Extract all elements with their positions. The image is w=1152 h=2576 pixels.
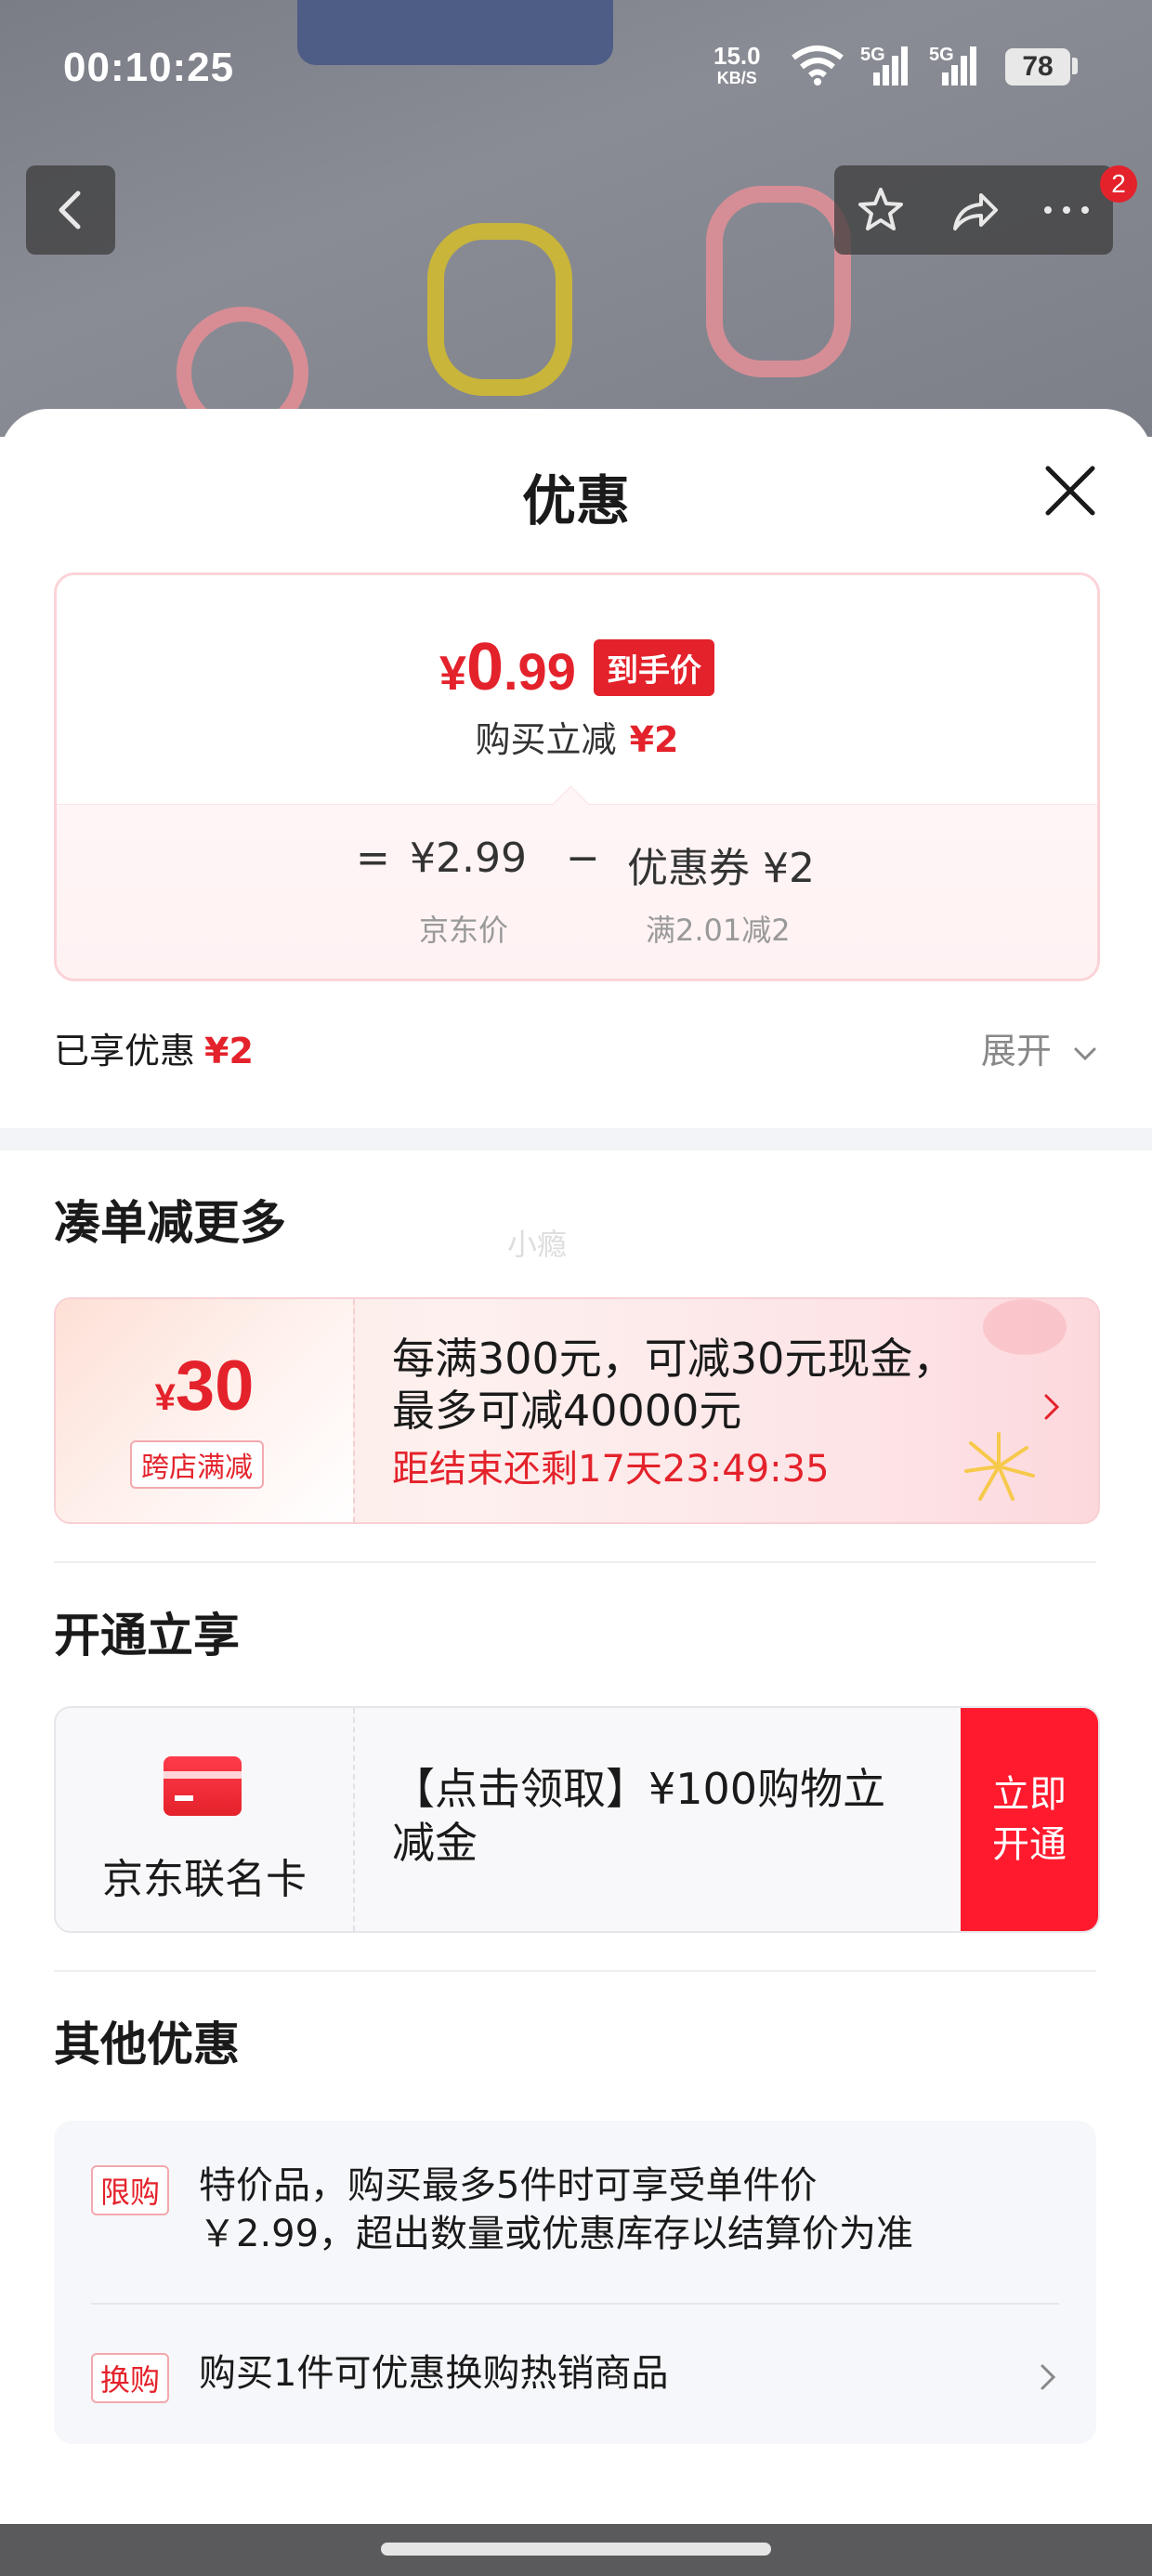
home-indicator[interactable] (381, 2543, 771, 2556)
cobrand-description-line1: 【点击领取】¥100购物立 (392, 1764, 886, 1814)
instant-discount-label: 购买立减 (475, 719, 617, 760)
close-button[interactable] (1039, 459, 1102, 522)
keychain-pink-decoration-2 (706, 186, 851, 377)
star-icon (858, 188, 903, 230)
open-now-label-line2: 开通 (992, 1823, 1067, 1866)
promo-type-tag: 跨店满减 (130, 1440, 264, 1489)
section-title-other-discounts: 其他优惠 (54, 2017, 240, 2071)
open-now-label-line1: 立即 (992, 1773, 1067, 1816)
purchase-limit-tag: 限购 (91, 2165, 170, 2215)
coupon-condition-label: 满2.01减2 (646, 913, 791, 948)
purchase-limit-text: 特价品，购买最多5件时可享受单件价 ￥2.99，超出数量或优惠库存以结算价为准 (199, 2162, 913, 2258)
other-discounts-box: 限购 特价品，购买最多5件时可享受单件价 ￥2.99，超出数量或优惠库存以结算价… (54, 2121, 1096, 2444)
status-time: 00:10:25 (63, 45, 235, 90)
network-speed-value: 15.0 (713, 42, 761, 70)
section-title-more-discount: 凑单减更多 (54, 1196, 286, 1250)
item-separator (91, 2303, 1059, 2305)
coupon-value: 优惠券 ¥2 (627, 845, 815, 892)
close-icon (1045, 466, 1095, 516)
purchase-limit-line1: 特价品，购买最多5件时可享受单件价 (199, 2164, 818, 2207)
signal-bars-icon-2 (942, 46, 976, 85)
network-speed: 15.0 KB/S (713, 42, 761, 89)
watermark: 小瘾 (507, 1227, 568, 1262)
jd-price-label: 京东价 (419, 913, 509, 948)
battery-tip (1072, 58, 1078, 74)
final-price: ¥0.99 (439, 630, 576, 704)
chevron-left-icon (59, 191, 81, 230)
keychain-yellow-decoration (427, 223, 572, 396)
final-price-card: ¥0.99 到手价 购买立减 ¥2 = ¥2.99 − 优惠券 ¥2 京东价 满2… (54, 572, 1100, 981)
chevron-down-icon (1074, 1047, 1096, 1061)
credit-card-icon (164, 1756, 242, 1816)
final-price-tag: 到手价 (593, 638, 714, 696)
formula-equals: = (356, 835, 390, 882)
open-now-button[interactable]: 立即 开通 (961, 1708, 1098, 1931)
promo-description: 每满300元，可减30元现金， 最多可减40000元 (392, 1333, 1024, 1437)
back-button[interactable] (26, 165, 115, 255)
promo-amount-value: 30 (175, 1347, 255, 1426)
final-price-row: ¥0.99 到手价 (57, 629, 1097, 705)
cobrand-card-offer[interactable]: 京东联名卡 【点击领取】¥100购物立 减金 立即 开通 (54, 1706, 1100, 1933)
promo-description-line2: 最多可减40000元 (392, 1386, 742, 1436)
enjoyed-discount-amount: ¥2 (204, 1031, 254, 1071)
final-price-decimal: .99 (504, 642, 576, 701)
cobrand-card-panel: 京东联名卡 (56, 1708, 355, 1931)
exchange-purchase-tag: 换购 (91, 2353, 170, 2403)
sheet-title: 优惠 (521, 469, 630, 532)
final-price-section: ¥0.99 到手价 购买立减 ¥2 (57, 575, 1097, 804)
promo-amount-currency: ¥ (154, 1377, 176, 1418)
cobrand-description-line2: 减金 (392, 1818, 478, 1868)
purchase-limit-line2: ￥2.99，超出数量或优惠库存以结算价为准 (199, 2213, 914, 2255)
share-button[interactable] (927, 165, 1020, 255)
promo-countdown: 距结束还剩17天23:49:35 (392, 1448, 830, 1491)
promo-description-line1: 每满300元，可减30元现金， (392, 1334, 956, 1384)
more-button[interactable] (1020, 165, 1113, 255)
network-speed-unit: KB/S (716, 69, 757, 87)
purchase-limit-item: 限购 特价品，购买最多5件时可享受单件价 ￥2.99，超出数量或优惠库存以结算价… (91, 2162, 1059, 2264)
favorite-button[interactable] (834, 165, 927, 255)
enjoyed-discount: 已享优惠 ¥2 (54, 1022, 254, 1073)
expand-button[interactable]: 展开 (981, 1022, 1098, 1073)
final-price-currency: ¥ (439, 647, 466, 701)
signal-bars-icon-1 (873, 46, 908, 85)
instant-discount-amount: ¥2 (629, 719, 679, 760)
notification-badge: 2 (1100, 165, 1137, 203)
battery-icon: 78 (1005, 48, 1070, 85)
top-action-group (834, 165, 1113, 255)
section-title-open-card: 开通立享 (54, 1609, 240, 1663)
chevron-right-icon (1041, 2364, 1056, 2390)
firework-decoration-icon (964, 1432, 1035, 1501)
instant-discount: 购买立减 ¥2 (57, 711, 1097, 762)
more-dots-icon (1044, 206, 1089, 214)
cobrand-card-name: 京东联名卡 (102, 1856, 307, 1903)
wifi-icon (792, 46, 844, 85)
jd-price-value: ¥2.99 (410, 835, 527, 882)
balloon-decoration (983, 1299, 1067, 1355)
cobrand-card-description: 【点击领取】¥100购物立 减金 (392, 1762, 912, 1870)
exchange-purchase-text: 购买1件可优惠换购热销商品 (199, 2352, 669, 2395)
final-price-integer: 0 (465, 630, 504, 704)
formula-minus: − (566, 835, 600, 882)
exchange-purchase-item[interactable]: 换购 购买1件可优惠换购热销商品 (91, 2349, 1059, 2405)
share-icon (953, 193, 998, 230)
cross-store-promo-card[interactable]: ¥30 跨店满减 每满300元，可减30元现金， 最多可减40000元 距结束还… (54, 1297, 1100, 1524)
section-divider (0, 1128, 1152, 1150)
enjoyed-discount-label: 已享优惠 (54, 1031, 196, 1071)
expand-label: 展开 (980, 1031, 1052, 1071)
status-bar: 00:10:25 15.0 KB/S 5G 5G 78 (0, 0, 1152, 139)
promo-amount-panel: ¥30 跨店满减 (56, 1299, 355, 1522)
price-breakdown: = ¥2.99 − 优惠券 ¥2 京东价 满2.01减2 (57, 804, 1097, 979)
separator-2 (54, 1970, 1096, 1972)
promo-amount: ¥30 (56, 1346, 353, 1426)
separator (54, 1561, 1096, 1563)
